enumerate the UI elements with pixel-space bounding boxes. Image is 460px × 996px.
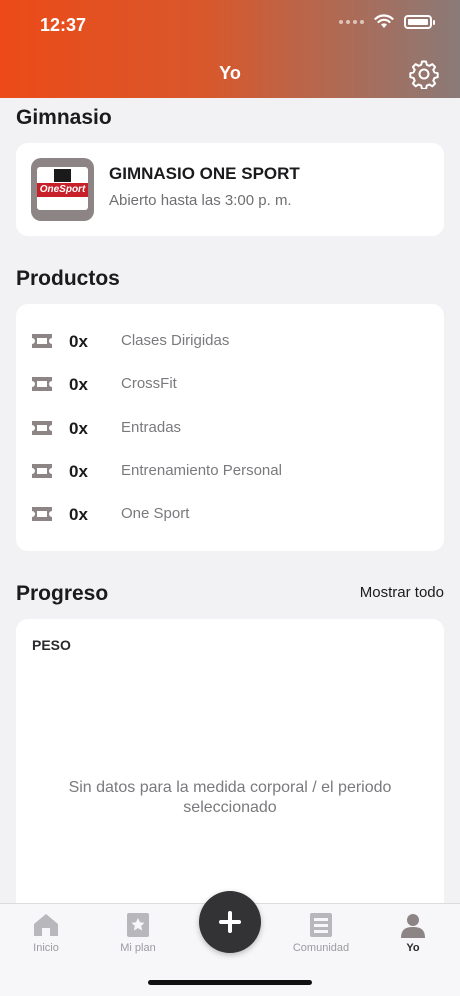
- ticket-icon: [32, 507, 52, 521]
- tab-label: Yo: [406, 942, 420, 954]
- app-header: 12:37 Yo: [0, 0, 460, 98]
- gym-hours: Abierto hasta las 3:00 p. m.: [109, 192, 292, 209]
- product-qty: 0x: [69, 332, 88, 351]
- metric-label: PESO: [32, 637, 71, 653]
- product-name: Entradas: [121, 419, 182, 436]
- gym-name: GIMNASIO ONE SPORT: [109, 164, 300, 183]
- community-icon: [310, 913, 332, 937]
- ticket-icon: [32, 464, 52, 478]
- status-time: 12:37: [40, 15, 87, 35]
- tab-label: Mi plan: [120, 942, 156, 954]
- product-name: CrossFit: [121, 375, 177, 392]
- empty-state-message: Sin datos para la medida corporal / el p…: [68, 779, 392, 816]
- status-icons: [339, 14, 435, 29]
- product-name: One Sport: [121, 505, 190, 522]
- signal-icon: [339, 19, 364, 24]
- product-qty: 0x: [69, 419, 88, 438]
- products-section-title: Productos: [16, 267, 120, 290]
- gym-section-title: Gimnasio: [16, 106, 112, 129]
- page-title: Yo: [219, 63, 241, 83]
- tab-label: Inicio: [33, 942, 59, 954]
- tab-label: Comunidad: [292, 942, 350, 954]
- home-icon: [34, 914, 58, 936]
- ticket-icon: [32, 377, 52, 391]
- battery-icon: [404, 14, 435, 29]
- gym-card[interactable]: OneSport: [16, 143, 444, 236]
- gym-logo: OneSport: [31, 158, 94, 221]
- ticket-icon: [32, 334, 52, 348]
- gear-icon[interactable]: [409, 59, 439, 89]
- show-all-link[interactable]: Mostrar todo: [360, 584, 444, 601]
- wifi-icon: [374, 14, 394, 28]
- profile-icon: [401, 914, 425, 938]
- product-name: Clases Dirigidas: [121, 332, 230, 349]
- star-icon: [127, 913, 149, 937]
- product-qty: 0x: [69, 375, 88, 394]
- progress-section-title: Progreso: [16, 582, 109, 605]
- product-qty: 0x: [69, 462, 88, 481]
- product-name: Entrenamiento Personal: [121, 462, 282, 479]
- add-button[interactable]: [199, 891, 261, 953]
- ticket-icon: [32, 421, 52, 435]
- progress-card: [16, 619, 444, 919]
- product-qty: 0x: [69, 505, 88, 524]
- home-indicator: [148, 980, 312, 985]
